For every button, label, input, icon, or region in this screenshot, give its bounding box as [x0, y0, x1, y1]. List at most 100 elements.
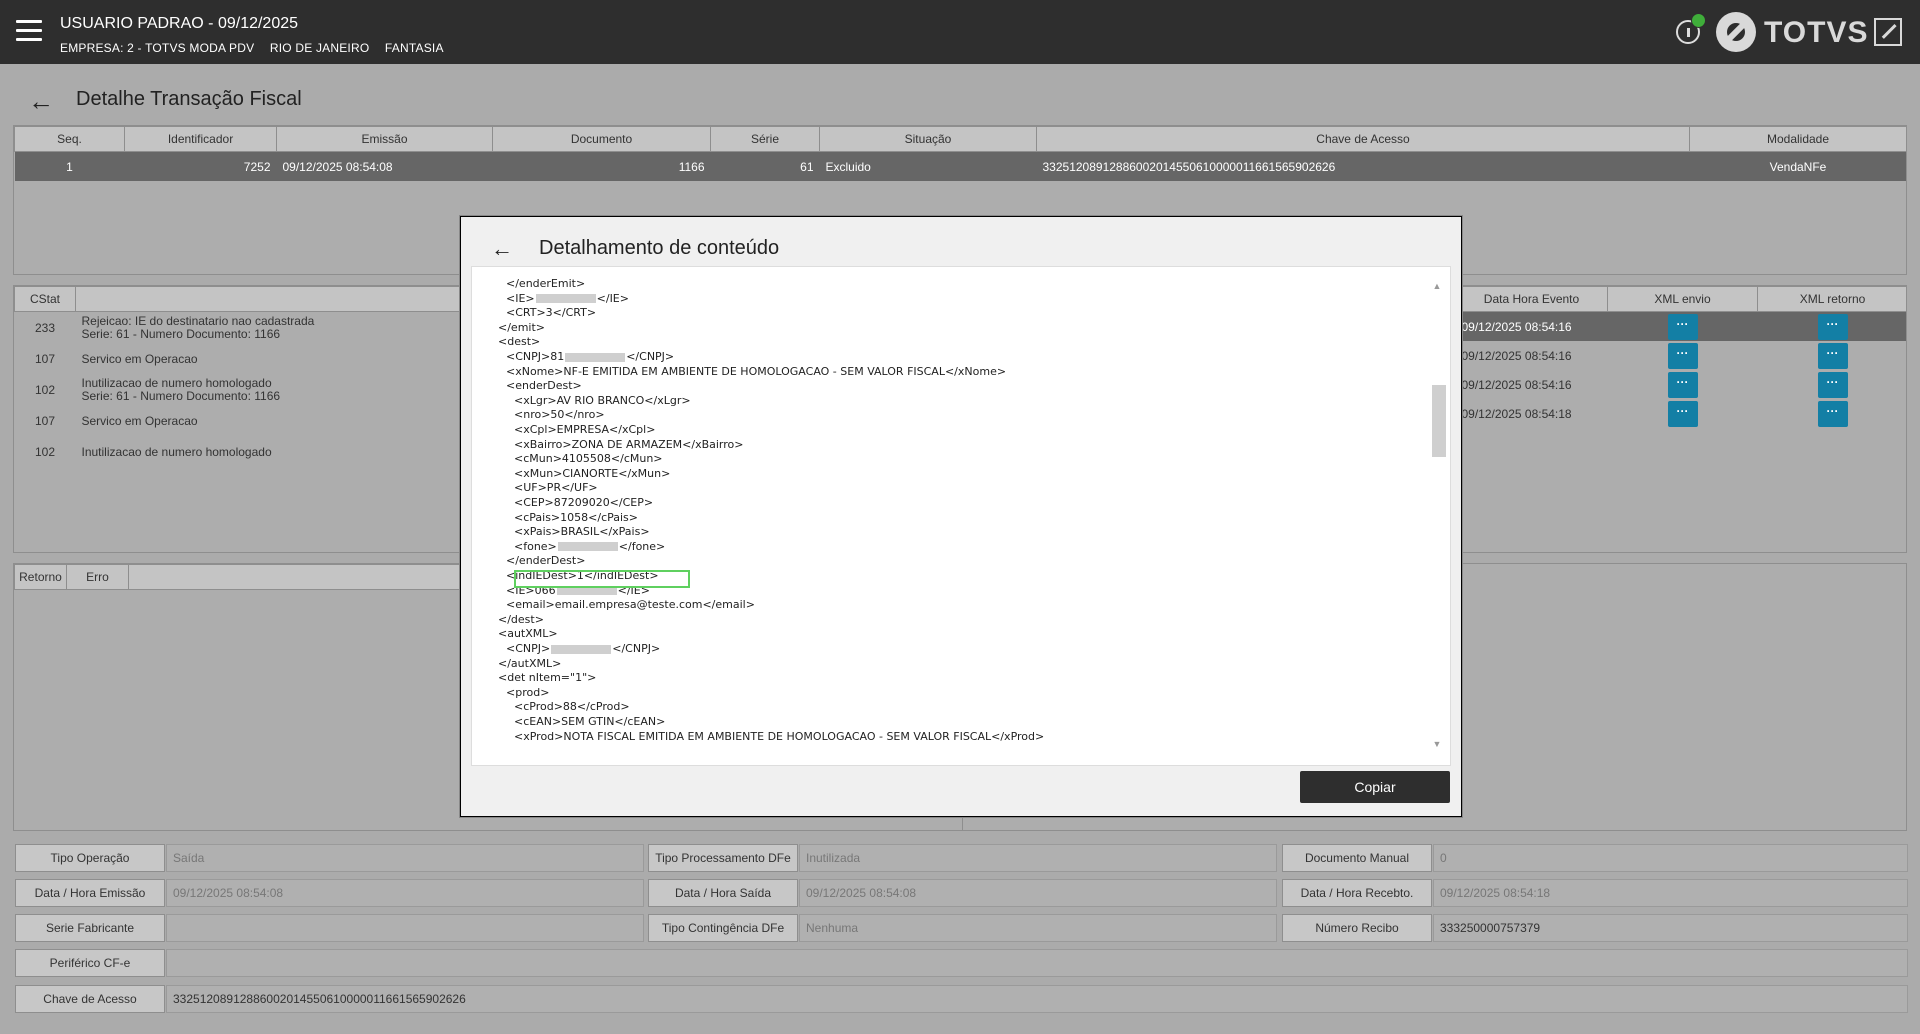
- xml-line: <nro>50</nro>: [514, 408, 605, 422]
- xml-line: <xCpl>EMPRESA</xCpl>: [514, 423, 655, 437]
- xml-text: </enderDest>: [506, 554, 586, 568]
- tipo-contingencia-field[interactable]: Nenhuma: [799, 914, 1277, 942]
- modal-back-arrow-icon[interactable]: ←: [491, 236, 513, 262]
- xml-text: <cPais>1058</cPais>: [514, 510, 638, 524]
- xml-envio-button[interactable]: ···: [1667, 342, 1698, 369]
- xml-text: <autXML>: [498, 627, 558, 641]
- table-row[interactable]: 09/12/2025 08:54:16 ··· ···: [1456, 370, 1907, 399]
- redacted-value: [565, 352, 626, 362]
- info-icon[interactable]: [1676, 13, 1706, 44]
- col-seq[interactable]: Seq.: [14, 126, 125, 152]
- col-identificador[interactable]: Identificador: [124, 126, 277, 152]
- documento-manual-label: Documento Manual: [1282, 844, 1432, 872]
- redacted-value: [535, 294, 596, 304]
- xml-line: <CRT>3</CRT>: [506, 306, 596, 320]
- xml-content-viewer[interactable]: </enderEmit> <IE> </IE> <CRT>3</CRT> </emit>…: [471, 266, 1451, 766]
- xml-line: <xProd>NOTA FISCAL EMITIDA EM AMBIENTE D…: [514, 730, 1044, 744]
- col-retorno[interactable]: Retorno: [14, 564, 67, 590]
- xml-text: <fone>: [514, 539, 557, 553]
- table-row[interactable]: 09/12/2025 08:54:16 ··· ···: [1455, 311, 1906, 341]
- documento-manual-field[interactable]: 0: [1433, 844, 1908, 872]
- tipo-processamento-label: Tipo Processamento DFe: [648, 844, 798, 872]
- back-arrow-icon[interactable]: ←: [28, 88, 54, 114]
- col-chave[interactable]: Chave de Acesso: [1036, 126, 1690, 152]
- xml-line: <cProd>88</cProd>: [514, 700, 630, 714]
- redacted-value: [551, 644, 612, 654]
- xml-envio-button[interactable]: ···: [1667, 371, 1698, 398]
- xml-retorno-button[interactable]: ···: [1817, 371, 1848, 398]
- xml-envio-button[interactable]: ···: [1667, 400, 1698, 427]
- xml-line: <fone> </fone>: [514, 540, 665, 554]
- totvs-logo-icon: [1716, 12, 1756, 52]
- scroll-down-icon[interactable]: ▼: [1430, 737, 1444, 751]
- user-info: USUARIO PADRAO - 09/12/2025: [60, 15, 299, 32]
- periferico-label: Periférico CF-e: [15, 949, 165, 977]
- xml-envio-button[interactable]: ···: [1667, 313, 1698, 340]
- xml-text: <cProd>88</cProd>: [514, 700, 630, 714]
- serie-fabricante-label: Serie Fabricante: [15, 914, 165, 942]
- xml-retorno-button[interactable]: ···: [1817, 313, 1848, 340]
- msg-line: Rejeicao: IE do destinatario nao cadastr…: [81, 313, 315, 328]
- content-detail-modal: ← Detalhamento de conteúdo </enderEmit> <…: [460, 216, 1462, 817]
- col-documento[interactable]: Documento: [492, 126, 711, 152]
- copy-button[interactable]: Copiar: [1300, 771, 1450, 803]
- data-saida-label: Data / Hora Saída: [648, 879, 798, 907]
- scroll-up-icon[interactable]: ▲: [1430, 279, 1444, 293]
- company-city: RIO DE JANEIRO: [269, 41, 370, 55]
- modal-title: Detalhamento de conteúdo: [539, 237, 780, 259]
- col-emissao[interactable]: Emissão: [276, 126, 493, 152]
- cell-modalidade: VendaNFe: [1689, 151, 1906, 181]
- data-emissao-field[interactable]: 09/12/2025 08:54:08: [166, 879, 644, 907]
- data-emissao-label: Data / Hora Emissão: [15, 879, 165, 907]
- xml-line: <xPais>BRASIL</xPais>: [514, 525, 650, 539]
- serie-fabricante-field[interactable]: [166, 914, 644, 942]
- xml-text: <nro>50</nro>: [514, 408, 605, 422]
- tipo-operacao-field[interactable]: Saída: [166, 844, 644, 872]
- table-row[interactable]: 09/12/2025 08:54:16 ··· ···: [1456, 341, 1907, 370]
- col-data-hora-evento[interactable]: Data Hora Evento: [1455, 286, 1608, 312]
- menu-icon[interactable]: [16, 20, 42, 42]
- col-modalidade[interactable]: Modalidade: [1689, 126, 1906, 152]
- cell-chave: 3325120891288600201455061000001166156590…: [1036, 151, 1690, 181]
- col-serie[interactable]: Série: [710, 126, 820, 152]
- periferico-field[interactable]: [166, 949, 1908, 977]
- xml-line: <det nItem="1">: [498, 671, 596, 685]
- cell-identificador: 7252: [124, 151, 277, 181]
- scrollbar-thumb[interactable]: [1432, 385, 1446, 457]
- xml-retorno-button[interactable]: ···: [1817, 400, 1848, 427]
- cell-data-hora: 09/12/2025 08:54:16: [1455, 311, 1608, 341]
- page-title: Detalhe Transação Fiscal: [76, 88, 302, 110]
- xml-text: <cMun>4105508</cMun>: [514, 452, 663, 466]
- tipo-processamento-field[interactable]: Inutilizada: [799, 844, 1277, 872]
- company-name: EMPRESA: 2 - TOTVS MODA PDV: [60, 41, 255, 55]
- transactions-table: Seq. Identificador Emissão Documento Sér…: [14, 126, 1906, 181]
- cell-data-hora: 09/12/2025 08:54:16: [1461, 348, 1572, 363]
- chave-acesso-field[interactable]: 3325120891288600201455061000001166156590…: [166, 985, 1908, 1013]
- xml-text: <xMun>CIANORTE</xMun>: [514, 466, 671, 480]
- xml-text: </fone>: [618, 539, 666, 553]
- xml-text: <UF>PR</UF>: [514, 481, 598, 495]
- xml-line: </autXML>: [498, 657, 561, 671]
- data-recebto-field[interactable]: 09/12/2025 08:54:18: [1433, 879, 1908, 907]
- col-xml-retorno[interactable]: XML retorno: [1757, 286, 1906, 312]
- xml-retorno-button[interactable]: ···: [1817, 342, 1848, 369]
- data-saida-field[interactable]: 09/12/2025 08:54:08: [799, 879, 1277, 907]
- xml-text: </CNPJ>: [626, 350, 675, 363]
- cell-cstat: 233: [34, 320, 56, 335]
- col-cstat[interactable]: CStat: [14, 286, 76, 312]
- table-row[interactable]: 09/12/2025 08:54:18 ··· ···: [1456, 399, 1907, 428]
- col-xml-envio[interactable]: XML envio: [1607, 286, 1758, 312]
- numero-recibo-field[interactable]: 333250000757379: [1433, 914, 1908, 942]
- status-dot-icon: [1691, 13, 1706, 28]
- col-situacao[interactable]: Situação: [819, 126, 1037, 152]
- table-row[interactable]: 1 7252 09/12/2025 08:54:08 1166 61 Exclu…: [14, 151, 1906, 181]
- tipo-operacao-label: Tipo Operação: [15, 844, 165, 872]
- cell-data-hora: 09/12/2025 08:54:16: [1461, 377, 1572, 392]
- xml-line: </dest>: [498, 613, 544, 627]
- cell-serie: 61: [710, 151, 820, 181]
- external-link-icon[interactable]: [1874, 18, 1902, 46]
- xml-text: <xCpl>EMPRESA</xCpl>: [514, 423, 656, 436]
- msg-line: Inutilizacao de numero homologado: [81, 375, 272, 390]
- numero-recibo-label: Número Recibo: [1282, 914, 1432, 942]
- col-erro[interactable]: Erro: [66, 564, 129, 590]
